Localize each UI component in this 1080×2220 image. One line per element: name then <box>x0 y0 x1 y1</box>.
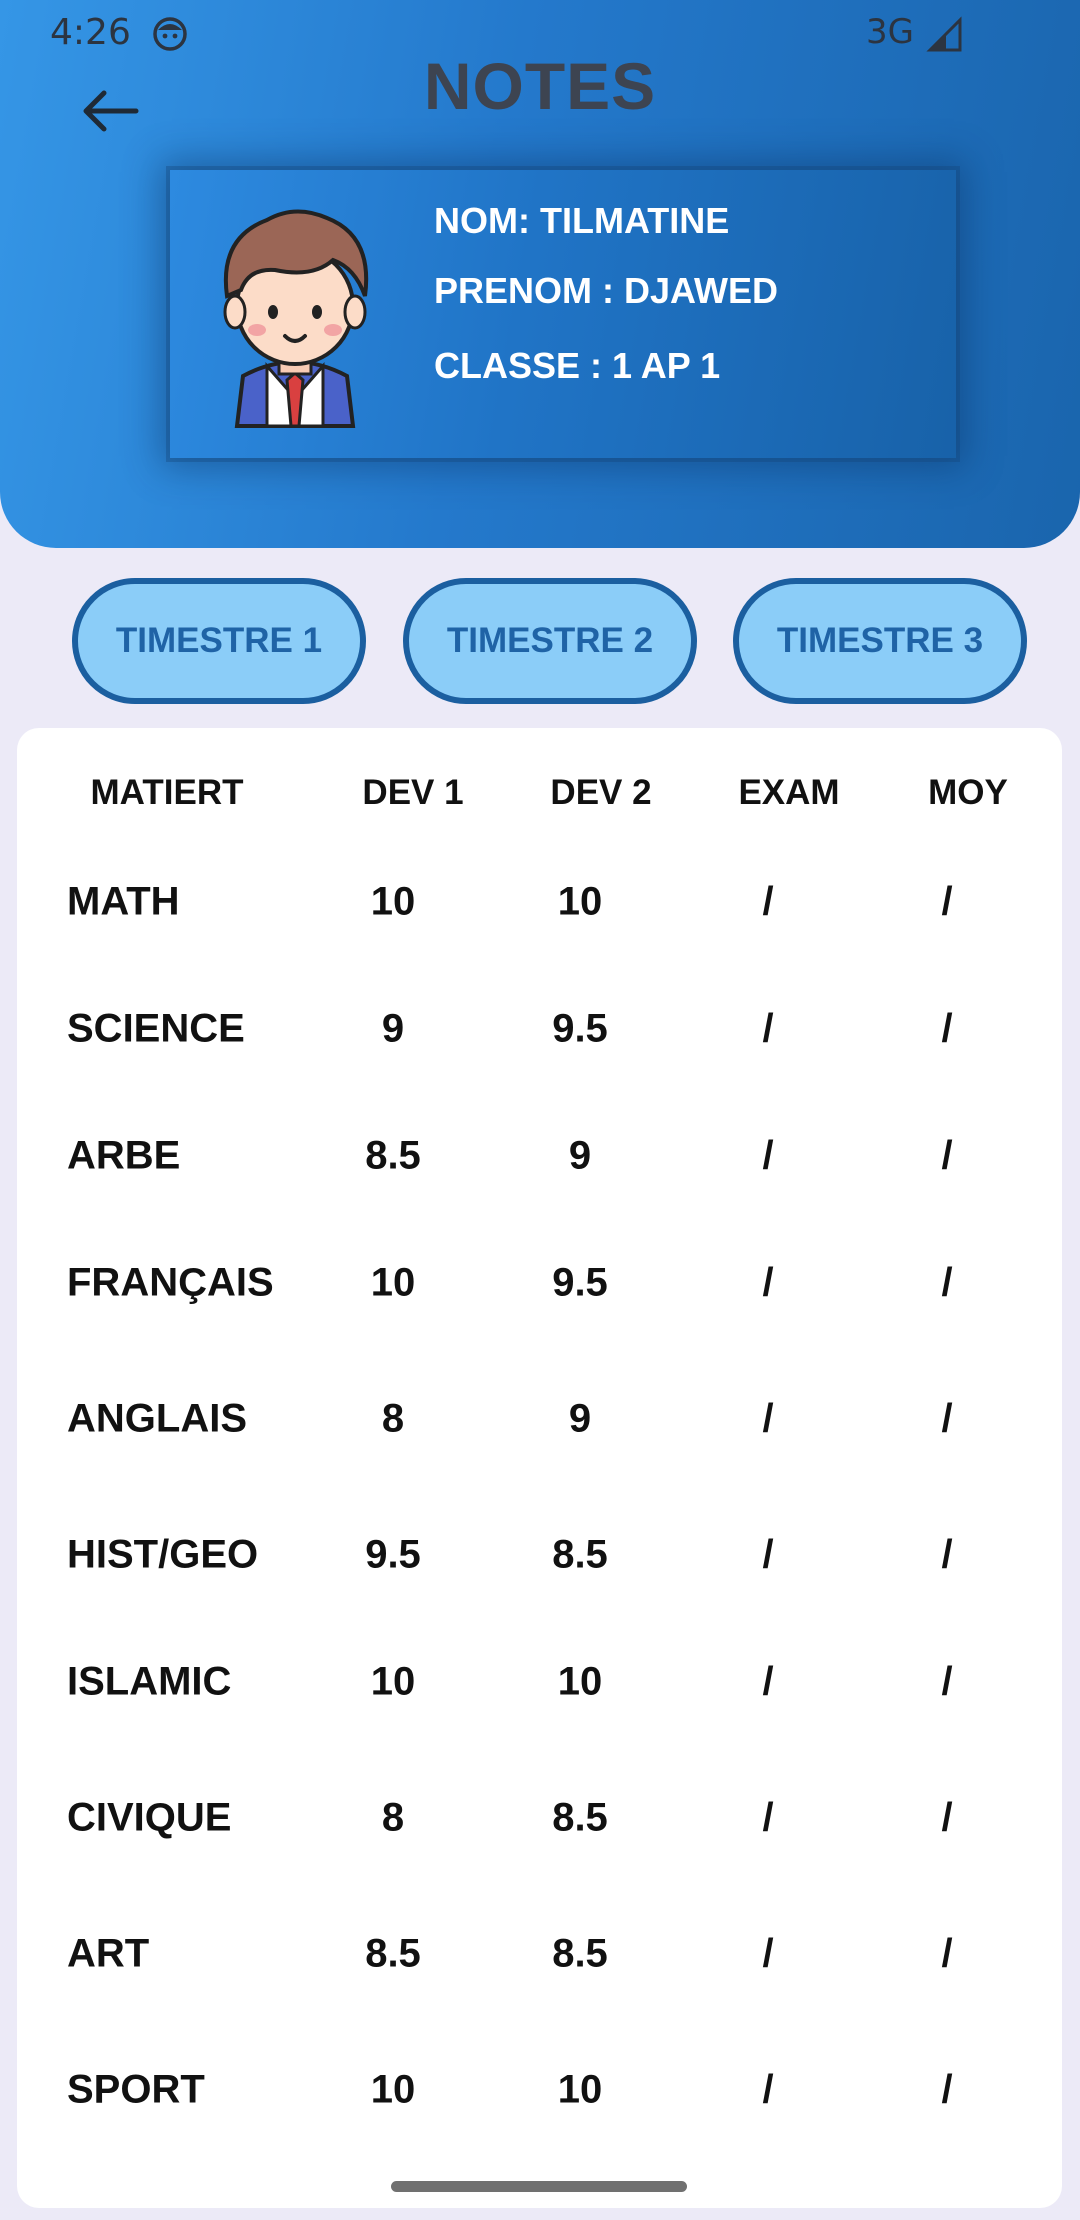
header-panel: 4:26 3G NOTES NOM: TILMATINE PRENOM: DJ… <box>0 0 1080 548</box>
exam-cell: / <box>762 2067 774 2112</box>
grades-table: MATIERT DEV 1 DEV 2 EXAM MOY MATH 10 10 … <box>17 728 1062 2208</box>
dev1-cell: 8.5 <box>365 1931 421 1976</box>
dev2-cell: 9.5 <box>552 1006 608 1051</box>
moy-cell: / <box>941 2067 953 2112</box>
student-profile-card: NOM: TILMATINE PRENOM : DJAWED CLASSE : … <box>170 170 956 458</box>
dev1-cell: 10 <box>370 879 416 924</box>
subject-cell: ART <box>67 1931 150 1976</box>
network-type: 3G <box>866 12 914 52</box>
dev2-cell: 10 <box>557 879 603 924</box>
subject-cell: ISLAMIC <box>67 1659 232 1704</box>
dev2-cell: 9 <box>568 1133 592 1178</box>
moy-cell: / <box>941 1396 953 1441</box>
column-header-dev1: DEV 1 <box>362 773 464 812</box>
moy-cell: / <box>941 1006 953 1051</box>
dev2-cell: 8.5 <box>552 1795 608 1840</box>
dev1-cell: 10 <box>370 2067 416 2112</box>
status-time: 4:26 <box>50 12 131 53</box>
exam-cell: / <box>762 1260 774 1305</box>
subject-cell: MATH <box>67 879 180 924</box>
dev1-cell: 10 <box>370 1260 416 1305</box>
moy-cell: / <box>941 1659 953 1704</box>
moy-cell: / <box>941 1260 953 1305</box>
dev2-cell: 8.5 <box>552 1931 608 1976</box>
subject-cell: CIVIQUE <box>67 1795 232 1840</box>
subject-cell: FRANÇAIS <box>67 1260 274 1305</box>
student-class: CLASSE : 1 AP 1 <box>434 345 721 386</box>
exam-cell: / <box>762 879 774 924</box>
tab-trimester-3[interactable]: TIMESTRE 3 <box>733 578 1027 704</box>
dev1-cell: 9 <box>381 1006 405 1051</box>
column-header-exam: EXAM <box>738 773 840 812</box>
moy-cell: / <box>941 1532 953 1577</box>
subject-cell: ANGLAIS <box>67 1396 247 1441</box>
face-icon <box>153 17 187 51</box>
exam-cell: / <box>762 1931 774 1976</box>
page-title: NOTES <box>423 49 657 123</box>
home-indicator[interactable] <box>391 2181 687 2192</box>
student-name: NOM: TILMATINE <box>434 200 730 241</box>
dev2-cell: 9.5 <box>552 1260 608 1305</box>
exam-cell: / <box>762 1133 774 1178</box>
subject-cell: SPORT <box>67 2067 205 2112</box>
dev1-cell: 8 <box>381 1795 405 1840</box>
student-firstname: PRENOM : DJAWED <box>434 270 779 311</box>
exam-cell: / <box>762 1006 774 1051</box>
dev2-cell: 10 <box>557 2067 603 2112</box>
exam-cell: / <box>762 1532 774 1577</box>
dev1-cell: 8.5 <box>365 1133 421 1178</box>
exam-cell: / <box>762 1659 774 1704</box>
dev1-cell: 10 <box>370 1659 416 1704</box>
subject-cell: SCIENCE <box>67 1006 245 1051</box>
moy-cell: / <box>941 879 953 924</box>
dev2-cell: 10 <box>557 1659 603 1704</box>
column-header-dev2: DEV 2 <box>550 773 652 812</box>
signal-icon <box>926 16 962 52</box>
dev2-cell: 9 <box>568 1396 592 1441</box>
dev1-cell: 9.5 <box>365 1532 421 1577</box>
tab-trimester-2[interactable]: TIMESTRE 2 <box>403 578 697 704</box>
column-header-moy: MOY <box>928 773 1008 812</box>
column-header-subject: MATIERT <box>90 773 244 812</box>
exam-cell: / <box>762 1396 774 1441</box>
subject-cell: HIST/GEO <box>67 1532 259 1577</box>
student-avatar <box>223 209 369 428</box>
moy-cell: / <box>941 1133 953 1178</box>
subject-cell: ARBE <box>67 1133 181 1178</box>
tab-trimester-1[interactable]: TIMESTRE 1 <box>72 578 366 704</box>
moy-cell: / <box>941 1931 953 1976</box>
exam-cell: / <box>762 1795 774 1840</box>
dev2-cell: 8.5 <box>552 1532 608 1577</box>
moy-cell: / <box>941 1795 953 1840</box>
dev1-cell: 8 <box>381 1396 405 1441</box>
